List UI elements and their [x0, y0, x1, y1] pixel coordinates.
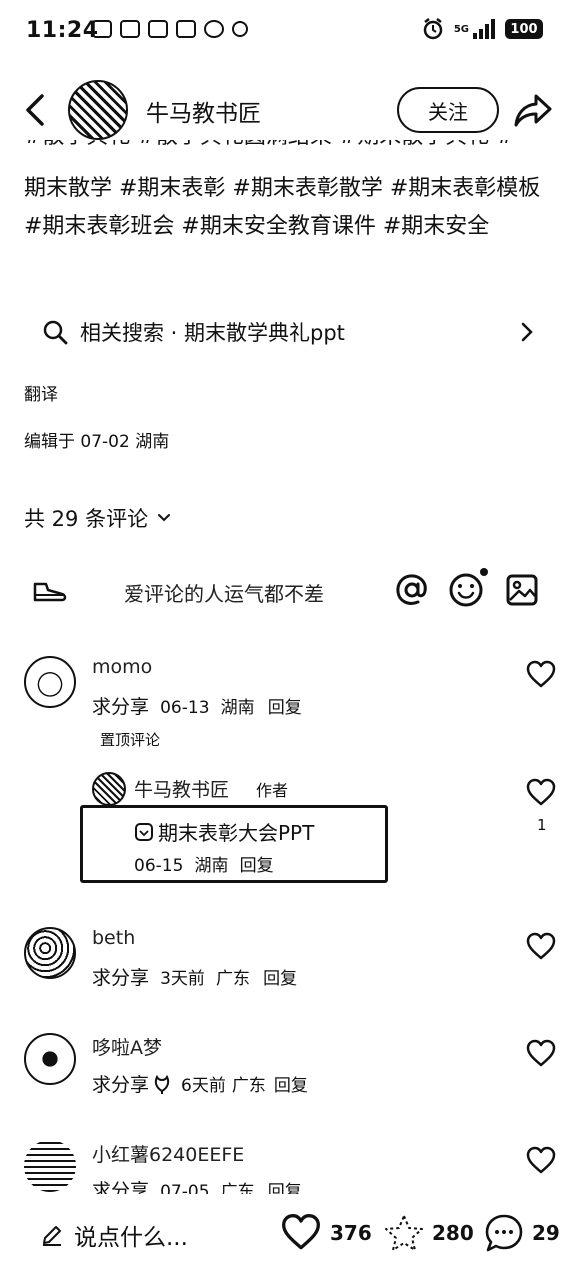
mention-icon[interactable] — [394, 572, 430, 608]
pencil-icon — [43, 1226, 61, 1246]
commenter-avatar[interactable] — [24, 656, 76, 708]
like-icon[interactable] — [526, 778, 556, 808]
share-icon[interactable] — [512, 90, 554, 130]
heart-icon — [282, 1214, 320, 1250]
commenter-avatar[interactable] — [24, 927, 76, 979]
comment-location: 湖南 — [220, 698, 255, 718]
comment-body: 求分享 6天前 广东 回复 — [92, 1070, 308, 1097]
comment-text: 求分享 — [92, 1180, 150, 1194]
comment-location: 广东 — [216, 969, 251, 989]
network-label: 5G — [453, 23, 469, 35]
commenter-name[interactable]: 小红薯6240EEFE — [92, 1140, 244, 1167]
notification-icon — [204, 20, 224, 38]
commenter-avatar[interactable] — [24, 1140, 76, 1192]
commenter-avatar[interactable] — [24, 1033, 76, 1085]
author-name[interactable]: 牛马教书匠 — [146, 94, 261, 128]
author-avatar[interactable] — [68, 80, 128, 140]
tags-cut-line: #散学典礼 #散学典礼圆满结束 #期末散学典礼 # — [24, 140, 564, 160]
post-like-count: 376 — [330, 1221, 372, 1245]
post-comment-count: 29 — [532, 1221, 560, 1245]
comment-body: 求分享 06-13 湖南 回复 — [92, 692, 302, 719]
signal-icon — [473, 19, 495, 39]
related-search-label: 相关搜索 · 期末散学典礼ppt — [80, 321, 345, 345]
comment-input-row[interactable]: 爱评论的人运气都不差 — [24, 568, 564, 614]
post-collect-count: 280 — [432, 1221, 474, 1245]
comment-text: 求分享 — [92, 967, 150, 989]
translate-link[interactable]: 翻译 — [24, 380, 58, 405]
weibo-icon — [232, 21, 248, 37]
comment-body: 求分享 07-05 广东 回复 — [92, 1176, 302, 1194]
emoji-notification-dot — [480, 568, 488, 576]
reply-time: 06-15 — [134, 856, 184, 876]
post-tags[interactable]: 期末散学 #期末表彰 #期末表彰散学 #期末表彰模板 #期末表彰班会 #期末安全… — [24, 170, 564, 246]
comment-location: 广东 — [231, 1076, 266, 1096]
comment-count[interactable]: 共 29 条评论 — [24, 503, 172, 533]
notification-icon — [92, 20, 112, 38]
chevron-down-icon — [158, 514, 171, 522]
search-icon — [43, 320, 68, 345]
reply-button[interactable]: 回复 — [240, 856, 274, 876]
like-icon[interactable] — [526, 660, 556, 690]
reply-button[interactable]: 回复 — [263, 969, 297, 989]
flower-emoji-icon — [154, 1074, 170, 1094]
bottom-input-placeholder: 说点什么... — [74, 1225, 188, 1251]
comment-text: 求分享 — [92, 696, 150, 718]
like-icon[interactable] — [526, 1146, 556, 1176]
pinned-badge: 置顶评论 — [100, 731, 161, 749]
reply-text-row: 期末表彰大会PPT — [134, 817, 314, 846]
status-time: 11:24 — [26, 18, 99, 43]
comment-bubble-icon — [485, 1214, 523, 1252]
image-icon[interactable] — [504, 572, 540, 608]
comment-time: 6天前 — [181, 1076, 226, 1096]
reply-author-avatar[interactable] — [92, 772, 126, 806]
comment-count-label: 共 29 条评论 — [24, 507, 149, 531]
chevron-right-icon — [521, 322, 533, 342]
reply-text: 期末表彰大会PPT — [158, 821, 315, 845]
battery-icon: 100 — [505, 19, 543, 39]
status-right: 5G 100 — [422, 18, 543, 40]
post-comment-button[interactable]: 29 — [484, 1213, 560, 1253]
bottom-comment-input[interactable]: 说点什么... — [40, 1218, 188, 1252]
reply-like-count: 1 — [537, 816, 547, 834]
comment-text: 求分享 — [92, 1074, 150, 1096]
reply-button[interactable]: 回复 — [268, 1182, 302, 1194]
comment-time: 07-05 — [160, 1182, 210, 1194]
related-search-row[interactable]: 相关搜索 · 期末散学典礼ppt — [24, 308, 554, 356]
reply-button[interactable]: 回复 — [274, 1071, 308, 1096]
alarm-icon — [423, 18, 443, 40]
comment-time: 3天前 — [160, 969, 205, 989]
author-tag: 作者 — [256, 781, 289, 800]
star-icon — [385, 1215, 423, 1251]
post-like-button[interactable]: 376 — [280, 1213, 372, 1253]
like-icon[interactable] — [526, 1039, 556, 1069]
emoji-icon[interactable] — [448, 572, 484, 608]
doc-icon — [135, 822, 153, 841]
status-bar: 11:24 5G 100 — [0, 0, 581, 70]
reply-author-name[interactable]: 牛马教书匠 — [134, 775, 229, 802]
comment-input[interactable]: 爱评论的人运气都不差 — [124, 578, 324, 607]
commenter-name[interactable]: momo — [92, 656, 152, 678]
follow-button[interactable]: 关注 — [397, 87, 499, 133]
commenter-name[interactable]: beth — [92, 927, 135, 949]
notification-icon — [176, 20, 196, 38]
comment-location: 广东 — [220, 1182, 255, 1194]
commenter-name[interactable]: 哆啦A梦 — [92, 1033, 162, 1060]
comment-body: 求分享 3天前 广东 回复 — [92, 963, 297, 990]
notification-icons — [92, 20, 248, 38]
comment-time: 06-13 — [160, 698, 210, 718]
reply-button[interactable]: 回复 — [268, 698, 302, 718]
notification-icon — [120, 20, 140, 38]
notification-icon — [148, 20, 168, 38]
sneaker-icon — [33, 582, 67, 602]
back-button[interactable] — [18, 90, 54, 130]
post-collect-button[interactable]: 280 — [384, 1213, 474, 1253]
edited-info: 编辑于 07-02 湖南 — [24, 432, 170, 452]
reply-location: 湖南 — [194, 856, 229, 876]
like-icon[interactable] — [526, 932, 556, 962]
reply-meta: 06-15 湖南 回复 — [134, 851, 274, 876]
